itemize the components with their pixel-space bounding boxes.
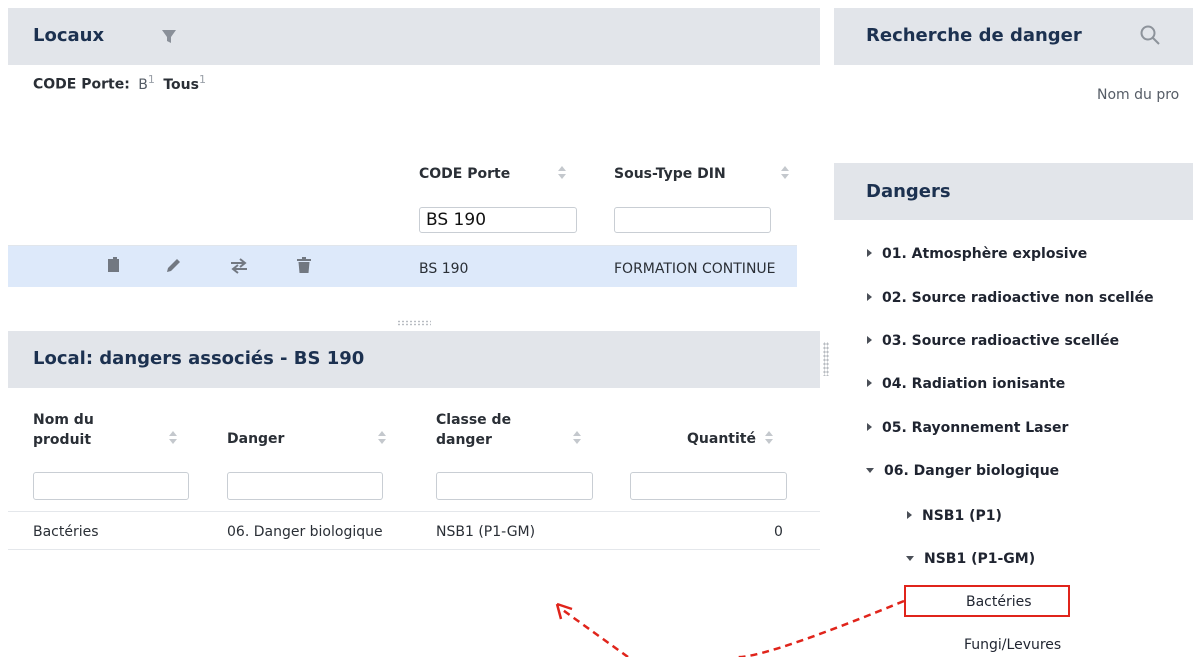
- drag-arrow-annotation: [555, 599, 905, 657]
